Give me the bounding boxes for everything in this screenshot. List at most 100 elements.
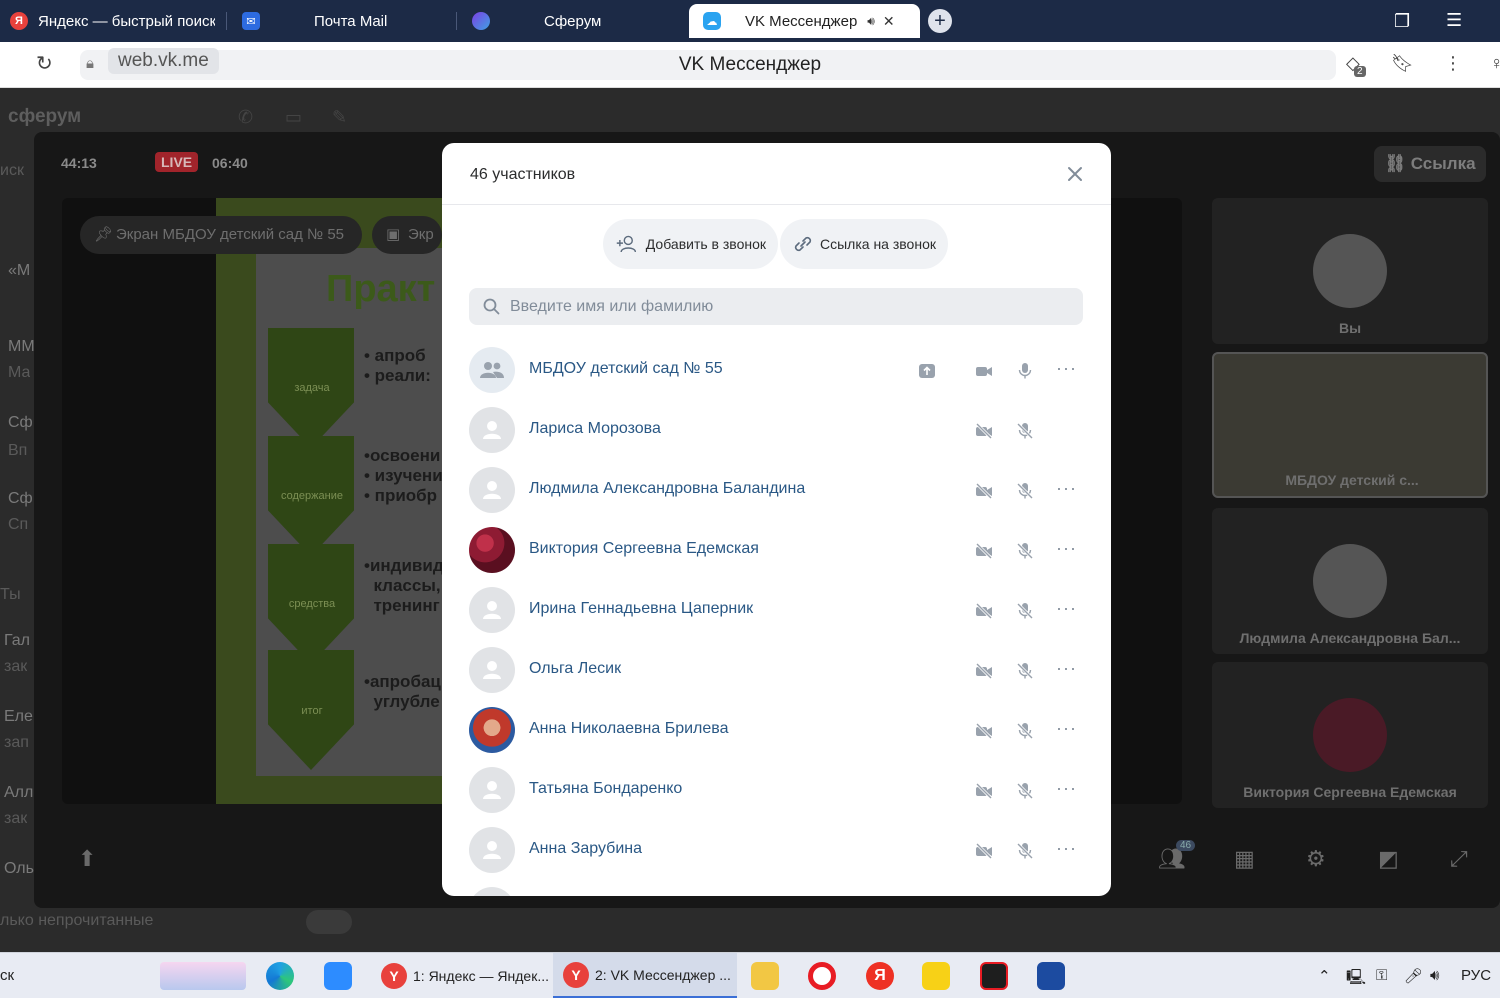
participant-name[interactable]: Людмила Александровна Баландина bbox=[529, 480, 805, 498]
participant-row[interactable]: Лариса Морозова bbox=[442, 403, 1111, 463]
group-avatar-icon bbox=[469, 347, 515, 393]
camera-off-icon[interactable] bbox=[975, 782, 993, 800]
camera-icon[interactable] bbox=[975, 362, 993, 380]
phone-icon[interactable]: ✆ bbox=[238, 108, 253, 126]
yandex-app-icon[interactable]: Я bbox=[866, 962, 894, 990]
unread-toggle[interactable] bbox=[306, 910, 352, 934]
language-indicator[interactable]: РУС bbox=[1461, 967, 1491, 984]
mic-off-icon[interactable] bbox=[1016, 842, 1034, 860]
tray-expand-icon[interactable]: ⌃ bbox=[1318, 967, 1331, 985]
participant-name[interactable]: Ольга Лесик bbox=[529, 660, 621, 678]
camera-off-icon[interactable] bbox=[975, 422, 993, 440]
taskbar-item-label: 1: Яндекс — Яндек... bbox=[413, 968, 550, 984]
camera-off-icon[interactable] bbox=[975, 842, 993, 860]
camera-off-icon[interactable] bbox=[975, 482, 993, 500]
microphone-tray-icon[interactable]: 🎤︎ bbox=[1404, 967, 1423, 985]
archive-icon[interactable]: ▭ bbox=[285, 108, 302, 126]
more-options-icon[interactable]: ··· bbox=[1056, 658, 1077, 679]
close-tab-icon[interactable]: ✕ bbox=[883, 13, 895, 30]
widgets-icon[interactable] bbox=[160, 962, 246, 990]
camera-off-icon[interactable] bbox=[975, 542, 993, 560]
add-to-call-button[interactable]: Добавить в звонок bbox=[603, 219, 778, 269]
camera-off-icon[interactable] bbox=[975, 662, 993, 680]
grid-icon[interactable]: ▦ bbox=[1234, 846, 1255, 872]
call-link-button[interactable]: ⛓︎ Ссылка bbox=[1374, 146, 1486, 182]
default-avatar-icon bbox=[469, 587, 515, 633]
participant-row[interactable]: Людмила Александровна Баландина ··· bbox=[442, 463, 1111, 523]
opera-icon[interactable] bbox=[808, 962, 836, 990]
mic-off-icon[interactable] bbox=[1016, 422, 1034, 440]
more-options-icon[interactable]: ··· bbox=[1056, 538, 1077, 559]
vpn-shield-icon[interactable] bbox=[1037, 962, 1065, 990]
edge-icon[interactable] bbox=[266, 962, 294, 990]
more-options-icon[interactable]: ··· bbox=[1056, 358, 1077, 379]
screen-recorder-icon[interactable] bbox=[980, 962, 1008, 990]
participant-row[interactable]: Татьяна Бондаренко ··· bbox=[442, 763, 1111, 823]
settings-icon[interactable]: ⚙ bbox=[1306, 846, 1326, 872]
device-icon[interactable]: ⚿ bbox=[1376, 967, 1387, 984]
participant-name[interactable]: Анна Николаевна Брилева bbox=[529, 720, 729, 738]
participant-name[interactable]: Ирина Геннадьевна Цаперник bbox=[529, 600, 753, 618]
network-icon[interactable]: 🖳︎ bbox=[1346, 967, 1366, 992]
participant-row[interactable]: Анна Николаевна Брилева ··· bbox=[442, 703, 1111, 763]
participant-row[interactable]: Ирина Геннадьевна Цаперник ··· bbox=[442, 583, 1111, 643]
mic-icon[interactable] bbox=[1016, 362, 1034, 380]
extension-icon[interactable]: ♀ bbox=[1490, 54, 1500, 72]
more-options-icon[interactable]: ··· bbox=[1056, 838, 1077, 859]
participant-name[interactable]: Татьяна Бондаренко bbox=[529, 780, 682, 798]
call-link-button[interactable]: Ссылка на звонок bbox=[780, 219, 948, 269]
participant-row[interactable]: Анна Зарубина ··· bbox=[442, 823, 1111, 883]
mic-off-icon[interactable] bbox=[1016, 482, 1034, 500]
more-icon[interactable]: ⋮ bbox=[1444, 54, 1462, 72]
camera-off-icon[interactable] bbox=[975, 602, 993, 620]
mic-off-icon[interactable] bbox=[1016, 662, 1034, 680]
new-tab-icon[interactable]: + bbox=[928, 9, 952, 33]
tab-yandex[interactable]: Я Яндекс — быстрый поиск bbox=[10, 4, 215, 38]
more-options-icon[interactable]: ··· bbox=[1056, 778, 1077, 799]
screen-share-chip-2[interactable]: ▣ Экр bbox=[372, 216, 442, 254]
folder-icon[interactable] bbox=[751, 962, 779, 990]
compose-icon[interactable]: ✎ bbox=[332, 108, 347, 126]
sidebar-fragment: Ты bbox=[0, 586, 21, 603]
mic-off-icon[interactable] bbox=[1016, 722, 1034, 740]
taskbar-search-fragment[interactable]: ск bbox=[0, 967, 14, 984]
tab-vk-messenger[interactable]: ☁ VK Мессенджер 🔊︎ ✕ bbox=[689, 4, 920, 38]
taskbar-item-vk[interactable]: Y 2: VK Мессенджер ... bbox=[553, 953, 737, 998]
mic-off-icon[interactable] bbox=[1016, 542, 1034, 560]
search-field[interactable] bbox=[469, 288, 1083, 325]
yandex-music-icon[interactable] bbox=[922, 962, 950, 990]
taskbar-item-yandex[interactable]: Y 1: Яндекс — Яндек... bbox=[371, 953, 551, 998]
close-icon[interactable] bbox=[1064, 163, 1086, 185]
zoom-icon[interactable] bbox=[324, 962, 352, 990]
menu-icon[interactable]: ☰ bbox=[1446, 11, 1462, 29]
camera-off-icon[interactable] bbox=[975, 722, 993, 740]
screen-share-chip[interactable]: 📌︎ Экран МБДОУ детский сад № 55 bbox=[80, 216, 362, 254]
tabs-collection-icon[interactable]: ❐ bbox=[1394, 12, 1410, 30]
tab-mail[interactable]: ✉ Почта Mail bbox=[242, 4, 452, 38]
participant-name[interactable]: МБДОУ детский сад № 55 bbox=[529, 360, 723, 378]
participant-tile[interactable]: Виктория Сергеевна Едемская bbox=[1212, 662, 1488, 808]
more-options-icon[interactable]: ··· bbox=[1056, 478, 1077, 499]
participant-tile[interactable]: Людмила Александровна Бал... bbox=[1212, 508, 1488, 654]
more-options-icon[interactable]: ··· bbox=[1056, 598, 1077, 619]
bookmark-icon[interactable]: 🔖︎ bbox=[1391, 54, 1414, 72]
participant-tile-active[interactable]: МБДОУ детский с... bbox=[1212, 352, 1488, 498]
tab-sferum[interactable]: Сферум bbox=[472, 4, 682, 38]
mic-off-icon[interactable] bbox=[1016, 782, 1034, 800]
pip-icon[interactable]: ◩ bbox=[1378, 846, 1399, 872]
participant-row[interactable]: Ольга Лесик ··· bbox=[442, 643, 1111, 703]
fullscreen-icon[interactable]: ⤢ bbox=[1450, 846, 1468, 872]
participant-row[interactable]: МБДОУ детский сад № 55 ··· bbox=[442, 343, 1111, 403]
more-options-icon[interactable]: ··· bbox=[1056, 718, 1077, 739]
mic-off-icon[interactable] bbox=[1016, 602, 1034, 620]
participant-row[interactable]: Виктория Сергеевна Едемская ··· bbox=[442, 523, 1111, 583]
participant-name[interactable]: Виктория Сергеевна Едемская bbox=[529, 540, 759, 558]
participant-tile[interactable]: Вы bbox=[1212, 198, 1488, 344]
participant-name[interactable]: Лариса Морозова bbox=[529, 420, 661, 438]
sound-icon[interactable]: 🔊︎ bbox=[867, 14, 875, 29]
search-input[interactable] bbox=[510, 297, 1070, 316]
volume-icon[interactable]: 🔊︎ bbox=[1430, 967, 1439, 984]
share-screen-icon[interactable]: ⬆ bbox=[78, 846, 96, 872]
participant-name[interactable]: Анна Зарубина bbox=[529, 840, 642, 858]
participant-row-partial[interactable] bbox=[442, 883, 1111, 896]
